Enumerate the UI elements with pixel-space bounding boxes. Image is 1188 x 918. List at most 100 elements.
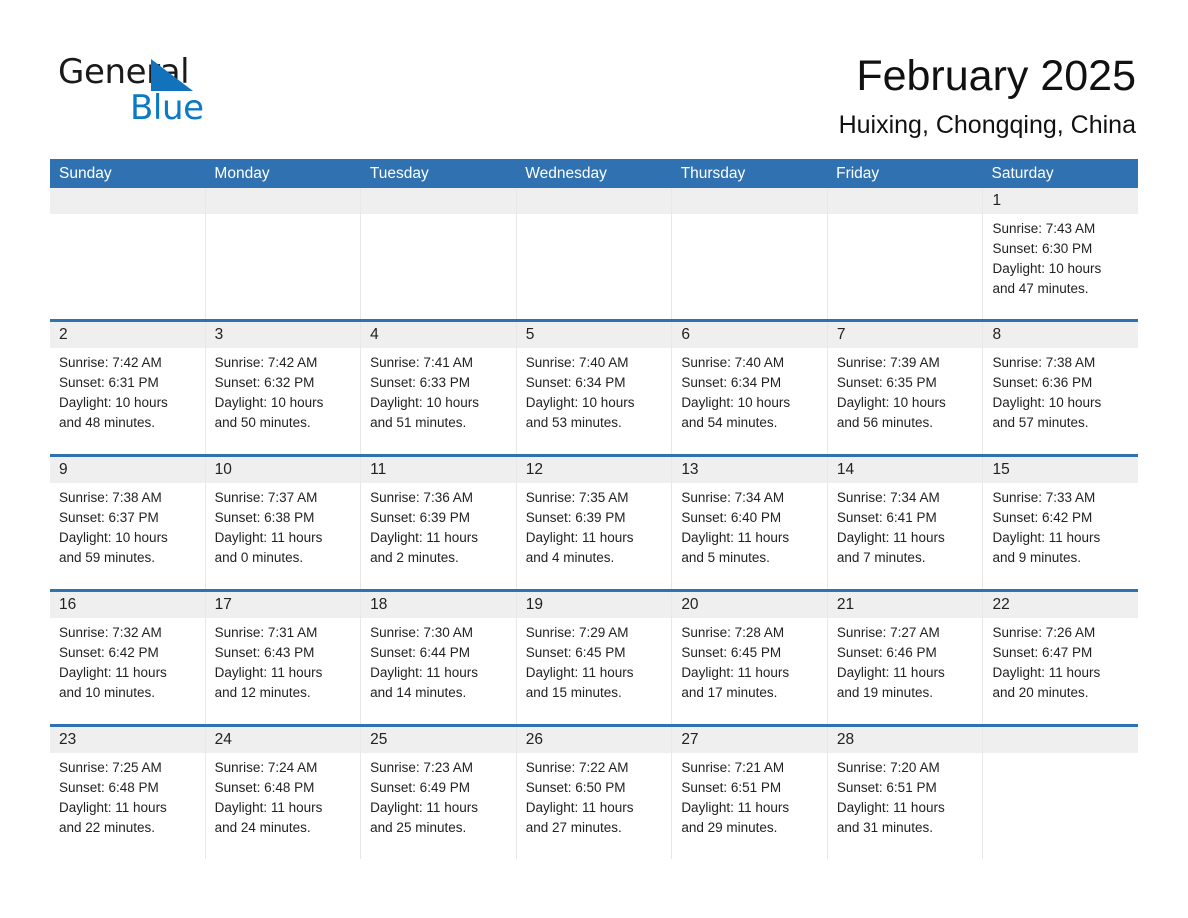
calendar-day-cell[interactable]: 18 Sunrise: 7:30 AM Sunset: 6:44 PM Dayl… bbox=[361, 592, 517, 724]
calendar-day-cell[interactable]: 28 Sunrise: 7:20 AM Sunset: 6:51 PM Dayl… bbox=[827, 727, 984, 859]
calendar-day-cell[interactable]: 19 Sunrise: 7:29 AM Sunset: 6:45 PM Dayl… bbox=[516, 592, 673, 724]
calendar-day-cell[interactable]: 16 Sunrise: 7:32 AM Sunset: 6:42 PM Dayl… bbox=[50, 592, 206, 724]
calendar-day-cell[interactable]: 20 Sunrise: 7:28 AM Sunset: 6:45 PM Dayl… bbox=[672, 592, 828, 724]
generalblue-logo[interactable]: General Blue bbox=[58, 53, 358, 133]
day-number-band: 24 bbox=[205, 727, 361, 753]
day-number: 2 bbox=[59, 326, 68, 343]
calendar-day-cell[interactable]: 23 Sunrise: 7:25 AM Sunset: 6:48 PM Dayl… bbox=[50, 727, 206, 859]
daylight-text-line2: and 31 minutes. bbox=[836, 820, 933, 835]
calendar-day-cell[interactable] bbox=[516, 188, 673, 319]
day-number: 25 bbox=[370, 731, 388, 748]
daylight-text-line2: and 4 minutes. bbox=[525, 550, 615, 565]
sunrise-text: Sunrise: 7:31 AM bbox=[214, 625, 318, 640]
calendar-day-cell[interactable]: 15 Sunrise: 7:33 AM Sunset: 6:42 PM Dayl… bbox=[983, 457, 1139, 589]
calendar-day-cell[interactable]: 27 Sunrise: 7:21 AM Sunset: 6:51 PM Dayl… bbox=[672, 727, 828, 859]
daylight-text-line2: and 9 minutes. bbox=[992, 550, 1082, 565]
daylight-text-line2: and 50 minutes. bbox=[214, 415, 311, 430]
calendar-day-cell[interactable]: 9 Sunrise: 7:38 AM Sunset: 6:37 PM Dayli… bbox=[50, 457, 206, 589]
day-details bbox=[50, 214, 205, 219]
calendar-day-cell[interactable]: 8 Sunrise: 7:38 AM Sunset: 6:36 PM Dayli… bbox=[983, 322, 1139, 454]
sunset-text: Sunset: 6:35 PM bbox=[836, 375, 937, 390]
daylight-text-line1: Daylight: 11 hours bbox=[525, 800, 634, 815]
day-number: 6 bbox=[681, 326, 690, 343]
day-number-band: 10 bbox=[205, 457, 361, 483]
sunset-text: Sunset: 6:34 PM bbox=[681, 375, 782, 390]
day-number-band bbox=[983, 727, 1139, 753]
daylight-text-line2: and 54 minutes. bbox=[681, 415, 778, 430]
sunset-text: Sunset: 6:36 PM bbox=[992, 375, 1093, 390]
day-number-band: 1 bbox=[983, 188, 1139, 214]
day-number-band: 12 bbox=[516, 457, 672, 483]
calendar-day-cell[interactable]: 5 Sunrise: 7:40 AM Sunset: 6:34 PM Dayli… bbox=[516, 322, 673, 454]
daylight-text-line2: and 51 minutes. bbox=[370, 415, 467, 430]
daylight-text-line1: Daylight: 10 hours bbox=[59, 530, 168, 545]
calendar-day-cell[interactable]: 21 Sunrise: 7:27 AM Sunset: 6:46 PM Dayl… bbox=[827, 592, 984, 724]
daylight-text-line2: and 10 minutes. bbox=[59, 685, 156, 700]
daylight-text-line1: Daylight: 10 hours bbox=[992, 395, 1102, 410]
calendar-day-cell[interactable]: 10 Sunrise: 7:37 AM Sunset: 6:38 PM Dayl… bbox=[205, 457, 362, 589]
day-details: Sunrise: 7:33 AM Sunset: 6:42 PM Dayligh… bbox=[983, 483, 1138, 568]
day-details bbox=[361, 214, 516, 219]
calendar-day-cell[interactable]: 13 Sunrise: 7:34 AM Sunset: 6:40 PM Dayl… bbox=[672, 457, 828, 589]
calendar-day-cell[interactable]: 3 Sunrise: 7:42 AM Sunset: 6:32 PM Dayli… bbox=[205, 322, 362, 454]
daylight-text-line2: and 5 minutes. bbox=[681, 550, 770, 565]
calendar-day-cell[interactable]: 1 Sunrise: 7:43 AM Sunset: 6:30 PM Dayli… bbox=[983, 188, 1139, 319]
weekday-header-saturday: Saturday bbox=[991, 165, 1054, 182]
calendar-day-cell[interactable] bbox=[983, 727, 1139, 859]
day-number-band: 28 bbox=[827, 727, 983, 753]
calendar-day-cell[interactable] bbox=[205, 188, 362, 319]
daylight-text-line2: and 0 minutes. bbox=[214, 550, 304, 565]
day-details: Sunrise: 7:25 AM Sunset: 6:48 PM Dayligh… bbox=[50, 753, 205, 838]
calendar-day-cell[interactable]: 7 Sunrise: 7:39 AM Sunset: 6:35 PM Dayli… bbox=[827, 322, 984, 454]
calendar-day-cell[interactable]: 22 Sunrise: 7:26 AM Sunset: 6:47 PM Dayl… bbox=[983, 592, 1139, 724]
weekday-header-monday: Monday bbox=[214, 165, 270, 182]
calendar-day-cell[interactable]: 6 Sunrise: 7:40 AM Sunset: 6:34 PM Dayli… bbox=[672, 322, 828, 454]
day-number-band: 4 bbox=[361, 322, 516, 348]
daylight-text-line2: and 19 minutes. bbox=[836, 685, 933, 700]
daylight-text-line1: Daylight: 11 hours bbox=[214, 665, 323, 680]
day-details: Sunrise: 7:42 AM Sunset: 6:32 PM Dayligh… bbox=[206, 348, 361, 433]
calendar-day-cell[interactable]: 24 Sunrise: 7:24 AM Sunset: 6:48 PM Dayl… bbox=[205, 727, 362, 859]
calendar-day-cell[interactable]: 12 Sunrise: 7:35 AM Sunset: 6:39 PM Dayl… bbox=[516, 457, 673, 589]
sunset-text: Sunset: 6:48 PM bbox=[59, 780, 159, 795]
calendar-day-cell[interactable]: 26 Sunrise: 7:22 AM Sunset: 6:50 PM Dayl… bbox=[516, 727, 673, 859]
calendar-week-row: 23 Sunrise: 7:25 AM Sunset: 6:48 PM Dayl… bbox=[50, 724, 1139, 859]
day-details bbox=[828, 214, 983, 219]
daylight-text-line1: Daylight: 10 hours bbox=[59, 395, 168, 410]
sunset-text: Sunset: 6:43 PM bbox=[214, 645, 315, 660]
calendar-day-cell[interactable]: 25 Sunrise: 7:23 AM Sunset: 6:49 PM Dayl… bbox=[361, 727, 517, 859]
day-details: Sunrise: 7:37 AM Sunset: 6:38 PM Dayligh… bbox=[206, 483, 361, 568]
calendar-day-cell[interactable]: 14 Sunrise: 7:34 AM Sunset: 6:41 PM Dayl… bbox=[827, 457, 984, 589]
day-number: 13 bbox=[681, 461, 699, 478]
calendar-day-cell[interactable] bbox=[827, 188, 984, 319]
day-number: 3 bbox=[214, 326, 224, 343]
calendar-day-cell[interactable]: 17 Sunrise: 7:31 AM Sunset: 6:43 PM Dayl… bbox=[205, 592, 362, 724]
sunrise-text: Sunrise: 7:40 AM bbox=[681, 355, 785, 370]
sunrise-text: Sunrise: 7:20 AM bbox=[836, 760, 940, 775]
sunrise-text: Sunrise: 7:23 AM bbox=[370, 760, 473, 775]
calendar-day-cell[interactable] bbox=[672, 188, 828, 319]
day-number: 7 bbox=[836, 326, 846, 343]
day-number-band: 17 bbox=[205, 592, 361, 618]
sunrise-text: Sunrise: 7:30 AM bbox=[370, 625, 473, 640]
daylight-text-line1: Daylight: 11 hours bbox=[370, 800, 478, 815]
calendar-week-row: 9 Sunrise: 7:38 AM Sunset: 6:37 PM Dayli… bbox=[50, 454, 1139, 589]
calendar-day-cell[interactable] bbox=[50, 188, 206, 319]
sunset-text: Sunset: 6:37 PM bbox=[59, 510, 159, 525]
weekday-header-row: Sunday Monday Tuesday Wednesday Thursday… bbox=[50, 159, 1138, 188]
day-number-band: 9 bbox=[50, 457, 205, 483]
day-details: Sunrise: 7:38 AM Sunset: 6:37 PM Dayligh… bbox=[50, 483, 205, 568]
day-number-band: 14 bbox=[827, 457, 983, 483]
sunset-text: Sunset: 6:33 PM bbox=[370, 375, 470, 390]
calendar-day-cell[interactable]: 4 Sunrise: 7:41 AM Sunset: 6:33 PM Dayli… bbox=[361, 322, 517, 454]
daylight-text-line1: Daylight: 11 hours bbox=[59, 665, 167, 680]
calendar-day-cell[interactable]: 2 Sunrise: 7:42 AM Sunset: 6:31 PM Dayli… bbox=[50, 322, 206, 454]
day-number: 22 bbox=[992, 596, 1010, 613]
day-number-band: 6 bbox=[672, 322, 827, 348]
day-number-band: 19 bbox=[516, 592, 672, 618]
daylight-text-line2: and 56 minutes. bbox=[836, 415, 933, 430]
calendar-day-cell[interactable] bbox=[361, 188, 517, 319]
calendar-day-cell[interactable]: 11 Sunrise: 7:36 AM Sunset: 6:39 PM Dayl… bbox=[361, 457, 517, 589]
sunrise-text: Sunrise: 7:42 AM bbox=[214, 355, 318, 370]
day-number-band: 16 bbox=[50, 592, 205, 618]
